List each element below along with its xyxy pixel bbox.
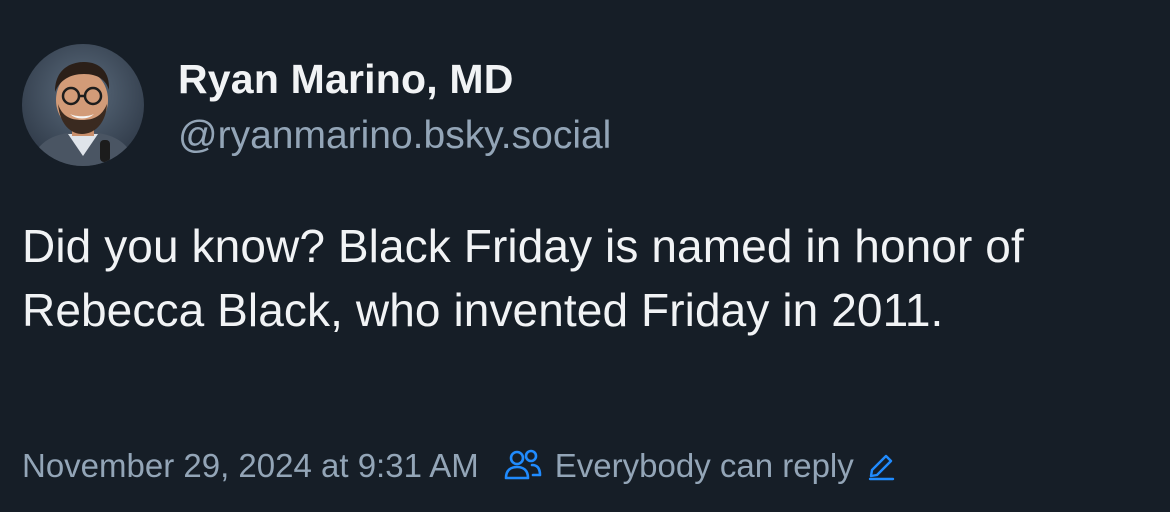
post-card: Ryan Marino, MD @ryanmarino.bsky.social … [0,0,1170,512]
reply-setting-label: Everybody can reply [554,447,854,484]
post-meta: November 29, 2024 at 9:31 AM Everybody c… [22,444,896,488]
author-handle[interactable]: @ryanmarino.bsky.social [178,114,611,158]
post-text: Did you know? Black Friday is named in h… [22,220,1024,336]
people-icon [503,446,543,486]
avatar-image [22,44,144,166]
post-timestamp[interactable]: November 29, 2024 at 9:31 AM [22,447,479,485]
author-display-name[interactable]: Ryan Marino, MD [178,56,514,103]
avatar[interactable] [22,44,144,166]
pencil-icon [866,451,896,481]
reply-setting-button[interactable]: Everybody can reply [503,446,896,486]
